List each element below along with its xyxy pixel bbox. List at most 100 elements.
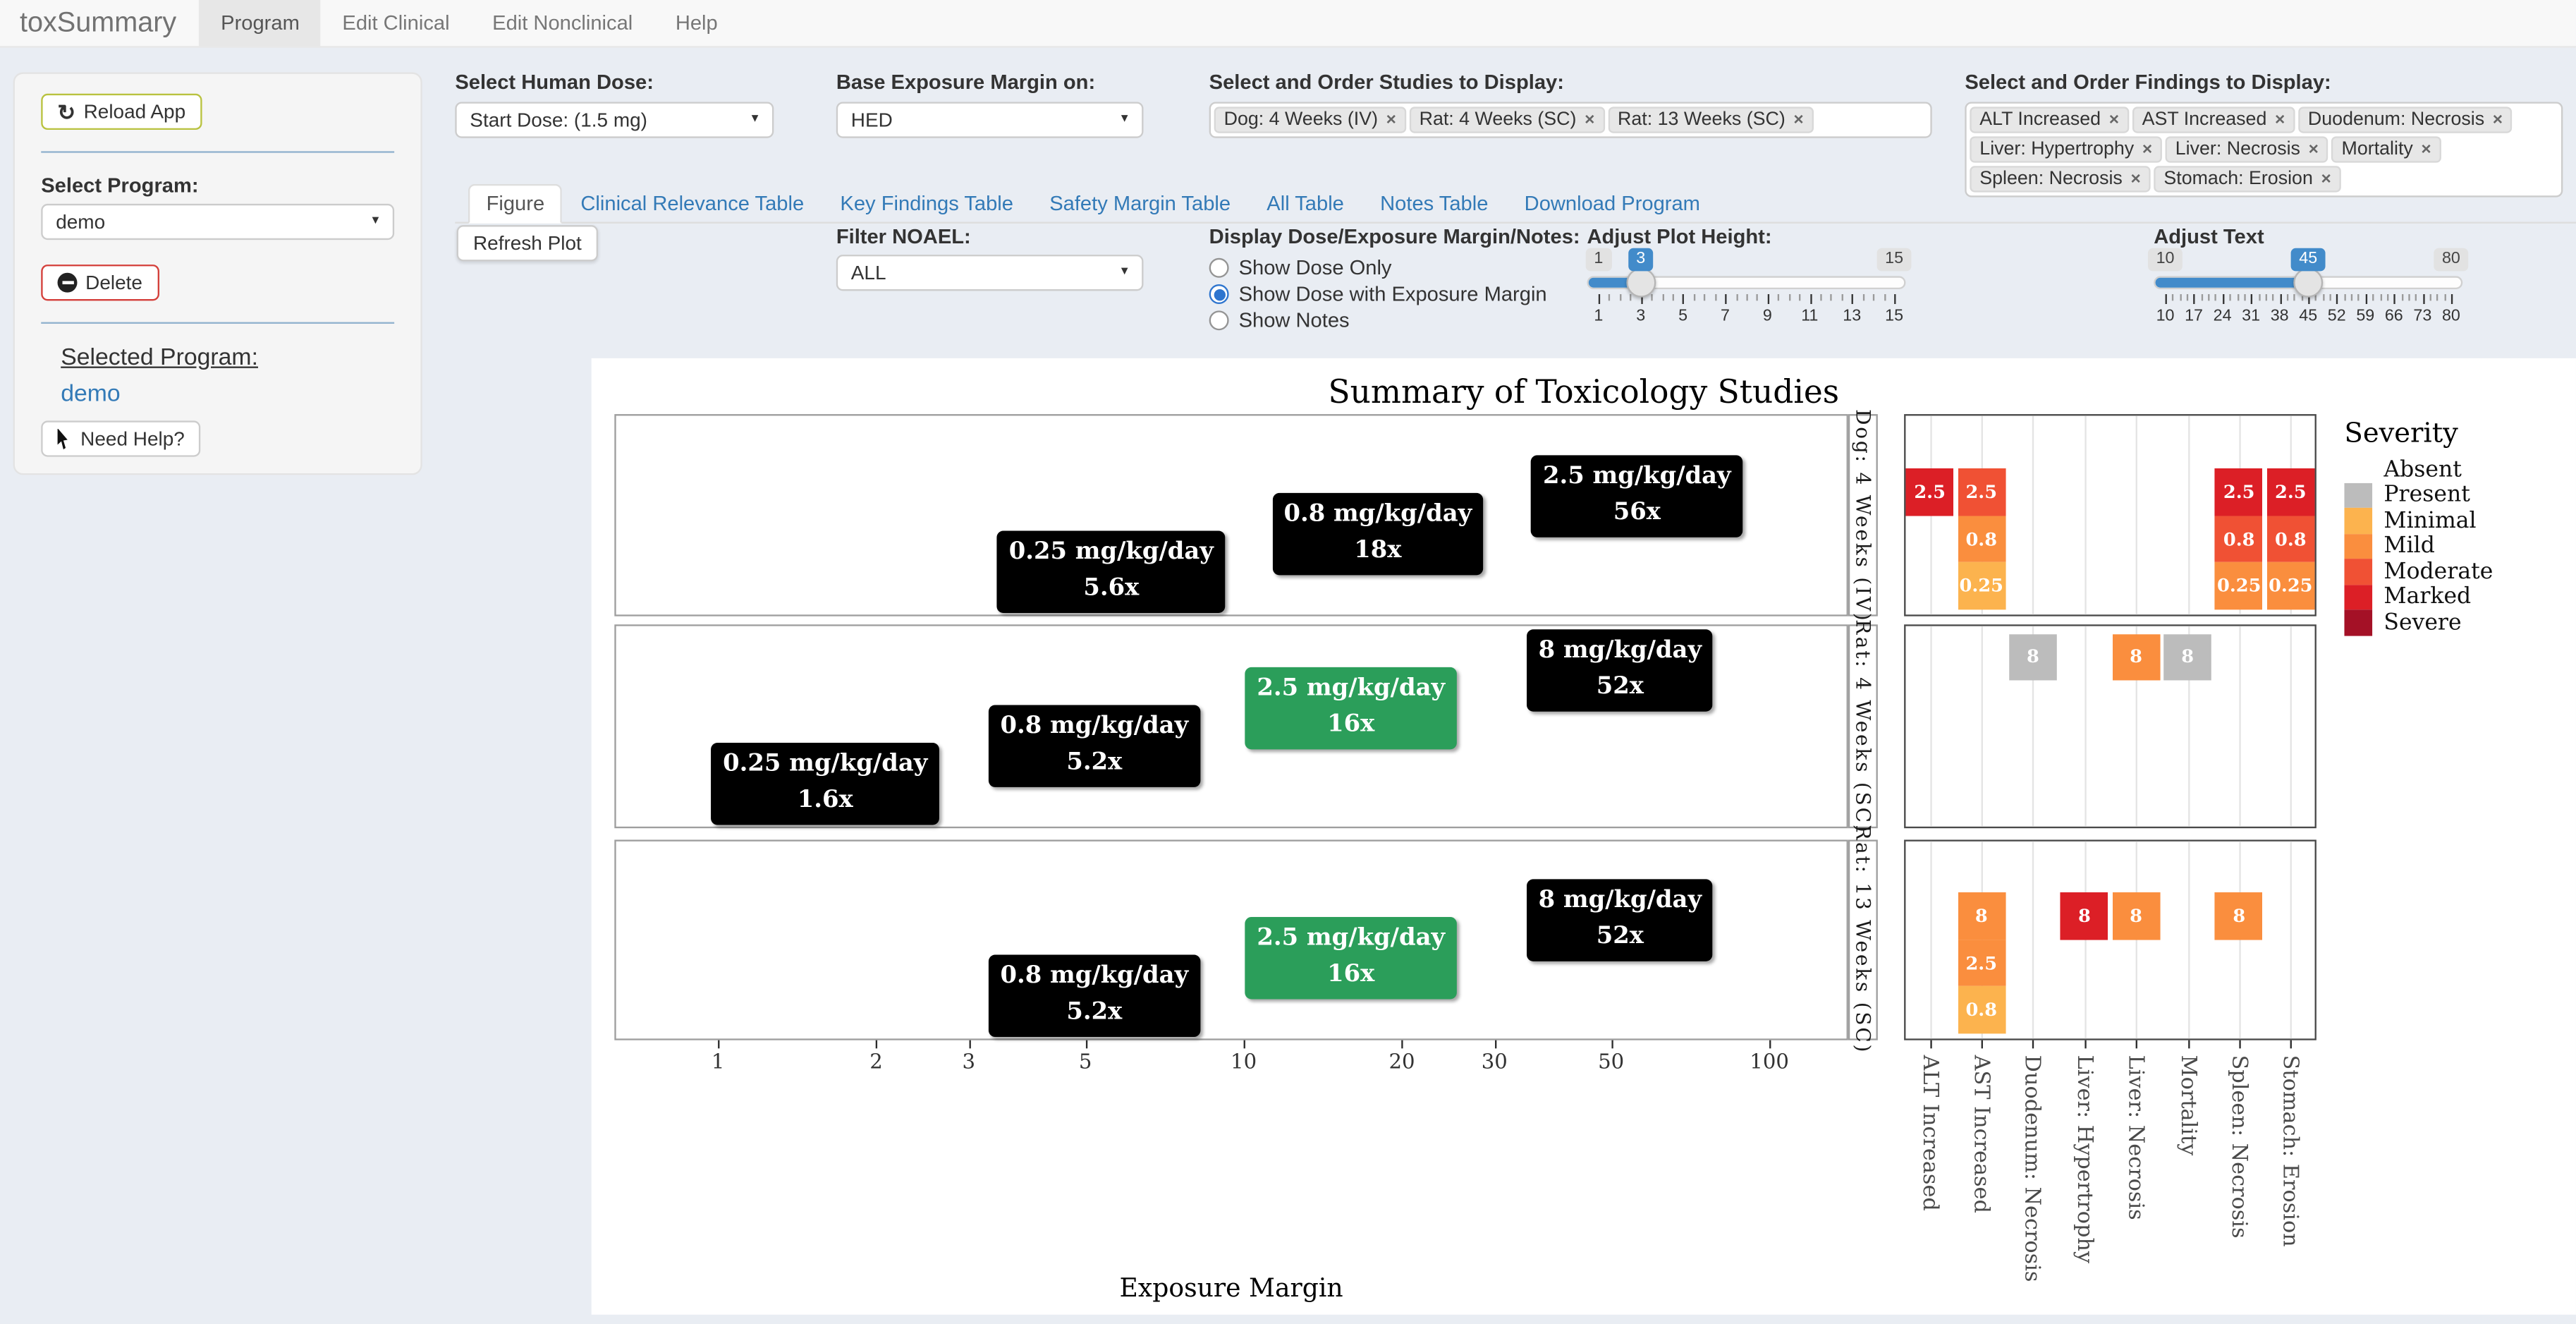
slider-minor-tick xyxy=(2322,294,2324,300)
slider-tick-label: 10 xyxy=(2156,308,2175,326)
radio-label: Show Dose Only xyxy=(1239,256,1392,279)
tab-key-findings-table[interactable]: Key Findings Table xyxy=(822,184,1032,224)
gridline xyxy=(2290,842,2292,1039)
nav-item-edit-clinical[interactable]: Edit Clinical xyxy=(321,0,471,46)
radio-icon xyxy=(1209,258,1229,278)
remove-icon[interactable]: × xyxy=(1585,110,1594,130)
x-axis-tick xyxy=(1611,1040,1613,1049)
nav-item-help[interactable]: Help xyxy=(654,0,739,46)
findings-axis-tick xyxy=(2033,1040,2034,1049)
studies-multiselect[interactable]: Dog: 4 Weeks (IV)×Rat: 4 Weeks (SC)×Rat:… xyxy=(1209,102,1932,138)
display-mode-group: Display Dose/Exposure Margin/Notes: Show… xyxy=(1209,225,1580,334)
tab-figure[interactable]: Figure xyxy=(468,184,563,224)
gridline xyxy=(2136,842,2137,1039)
remove-icon[interactable]: × xyxy=(2142,140,2152,159)
slider-handle[interactable] xyxy=(1626,268,1656,298)
remove-icon[interactable]: × xyxy=(2275,110,2285,130)
human-dose-group: Select Human Dose: Start Dose: (1.5 mg) … xyxy=(455,71,774,138)
slider-minor-tick xyxy=(2429,294,2431,300)
slider-minor-tick xyxy=(1788,294,1790,300)
findings-multiselect[interactable]: ALT Increased×AST Increased×Duodenum: Ne… xyxy=(1965,102,2563,197)
tab-notes-table[interactable]: Notes Table xyxy=(1362,184,1507,224)
finding-tag-ast-increased[interactable]: AST Increased× xyxy=(2132,107,2295,133)
findings-panel-rat-4-weeks-sc xyxy=(1904,624,2316,828)
legend-entry-present: Present xyxy=(2344,482,2470,508)
finding-column-label-spleen-necrosis: Spleen: Necrosis xyxy=(2226,1055,2251,1239)
delete-button[interactable]: Delete xyxy=(41,265,159,300)
gridline xyxy=(1930,842,1931,1039)
dose-box-rat-4-weeks-sc-2-5: 2.5 mg/kg/day16x xyxy=(1245,667,1456,749)
refresh-plot-button[interactable]: Refresh Plot xyxy=(457,225,598,261)
tab-safety-margin-table[interactable]: Safety Margin Table xyxy=(1032,184,1249,224)
base-margin-select[interactable]: HED ▼ xyxy=(836,102,1144,138)
dose-box-dog-4-weeks-iv-0-8: 0.8 mg/kg/day18x xyxy=(1272,493,1483,575)
radio-show-dose-only[interactable]: Show Dose Only xyxy=(1209,255,1580,281)
study-tag-rat-13-weeks-sc[interactable]: Rat: 13 Weeks (SC)× xyxy=(1608,107,1814,133)
radio-icon xyxy=(1209,284,1229,304)
finding-tag-mortality[interactable]: Mortality× xyxy=(2332,136,2441,162)
finding-column-label-liver-hypertrophy: Liver: Hypertrophy xyxy=(2071,1055,2096,1263)
x-axis-tick-label: 30 xyxy=(1482,1048,1508,1073)
navbar: toxSummary ProgramEdit ClinicalEdit Nonc… xyxy=(0,0,2576,48)
figure-panel: Summary of Toxicology Studies Dog: 4 Wee… xyxy=(592,358,2576,1315)
slider-tick xyxy=(1852,294,1853,304)
x-axis-tick xyxy=(969,1040,970,1049)
finding-tag-duodenum-necrosis[interactable]: Duodenum: Necrosis× xyxy=(2298,107,2513,133)
finding-tag-liver-necrosis[interactable]: Liver: Necrosis× xyxy=(2166,136,2328,162)
finding-tag-liver-hypertrophy[interactable]: Liver: Hypertrophy× xyxy=(1970,136,2162,162)
reload-app-button[interactable]: ↻ Reload App xyxy=(41,94,202,130)
tab-download-program[interactable]: Download Program xyxy=(1506,184,1719,224)
remove-icon[interactable]: × xyxy=(2493,110,2503,130)
dose-box-margin: 52x xyxy=(1539,918,1702,954)
cursor-icon xyxy=(58,428,73,449)
slider-minor-tick xyxy=(2215,294,2216,300)
program-select[interactable]: demo ▼ xyxy=(41,204,394,240)
slider-tick-label: 80 xyxy=(2442,308,2460,326)
dose-box-margin: 1.6x xyxy=(723,782,927,818)
remove-icon[interactable]: × xyxy=(2109,110,2119,130)
human-dose-select[interactable]: Start Dose: (1.5 mg) ▼ xyxy=(455,102,774,138)
need-help-button[interactable]: Need Help? xyxy=(41,420,201,456)
nav-item-edit-nonclinical[interactable]: Edit Nonclinical xyxy=(471,0,654,46)
study-tag-rat-4-weeks-sc[interactable]: Rat: 4 Weeks (SC) × xyxy=(1410,107,1605,133)
radio-show-dose-with-exposure-margin[interactable]: Show Dose with Exposure Margin xyxy=(1209,281,1580,307)
dose-box-rat-4-weeks-sc-0-8: 0.8 mg/kg/day5.2x xyxy=(989,705,1200,786)
finding-column-label-stomach-erosion: Stomach: Erosion xyxy=(2278,1055,2302,1247)
radio-show-notes[interactable]: Show Notes xyxy=(1209,308,1580,334)
x-axis-tick-label: 3 xyxy=(962,1048,975,1073)
sidebar-divider-2 xyxy=(41,322,394,324)
dose-box-rat-13-weeks-sc-2-5: 2.5 mg/kg/day16x xyxy=(1245,917,1456,999)
slider-tick-label: 38 xyxy=(2271,308,2289,326)
facet-strip-label: Rat: 4 Weeks (SC) xyxy=(1852,619,1875,834)
tab-clinical-relevance-table[interactable]: Clinical Relevance Table xyxy=(563,184,822,224)
study-tag-label: Dog: 4 Weeks (IV) xyxy=(1224,110,1378,130)
need-help-label: Need Help? xyxy=(80,427,185,451)
dose-box-dose: 0.8 mg/kg/day xyxy=(1000,708,1188,744)
finding-tag-alt-increased[interactable]: ALT Increased× xyxy=(1970,107,2129,133)
minus-circle-icon xyxy=(58,273,78,293)
slider-tick-label: 73 xyxy=(2413,308,2431,326)
filter-noael-select[interactable]: ALL ▼ xyxy=(836,255,1144,291)
gridline xyxy=(2290,626,2292,827)
gridline xyxy=(2136,415,2137,614)
slider-minor-tick xyxy=(2187,294,2188,300)
remove-icon[interactable]: × xyxy=(2421,140,2431,159)
facet-strip: Rat: 13 Weeks (SC) xyxy=(1848,839,1878,1040)
remove-icon[interactable]: × xyxy=(1793,110,1803,130)
nav-item-program[interactable]: Program xyxy=(200,0,321,46)
dose-box-margin: 5.2x xyxy=(1000,744,1188,780)
study-tag-dog-4-weeks-iv[interactable]: Dog: 4 Weeks (IV) × xyxy=(1214,107,1406,133)
slider-minor-tick xyxy=(2237,294,2238,300)
slider-minor-tick xyxy=(1609,294,1611,300)
slider-handle[interactable] xyxy=(2293,268,2323,298)
remove-icon[interactable]: × xyxy=(1386,110,1396,130)
slider-min-badge: 1 xyxy=(1586,248,1611,272)
dose-box-margin: 16x xyxy=(1257,956,1445,992)
slider-minor-tick xyxy=(2208,294,2209,300)
tab-all-table[interactable]: All Table xyxy=(1249,184,1362,224)
legend-label: Severe xyxy=(2383,609,2461,636)
x-axis-tick xyxy=(718,1040,719,1049)
slider-tick-label: 52 xyxy=(2328,308,2346,326)
remove-icon[interactable]: × xyxy=(2309,140,2319,159)
study-tag-label: Rat: 4 Weeks (SC) xyxy=(1420,110,1577,130)
